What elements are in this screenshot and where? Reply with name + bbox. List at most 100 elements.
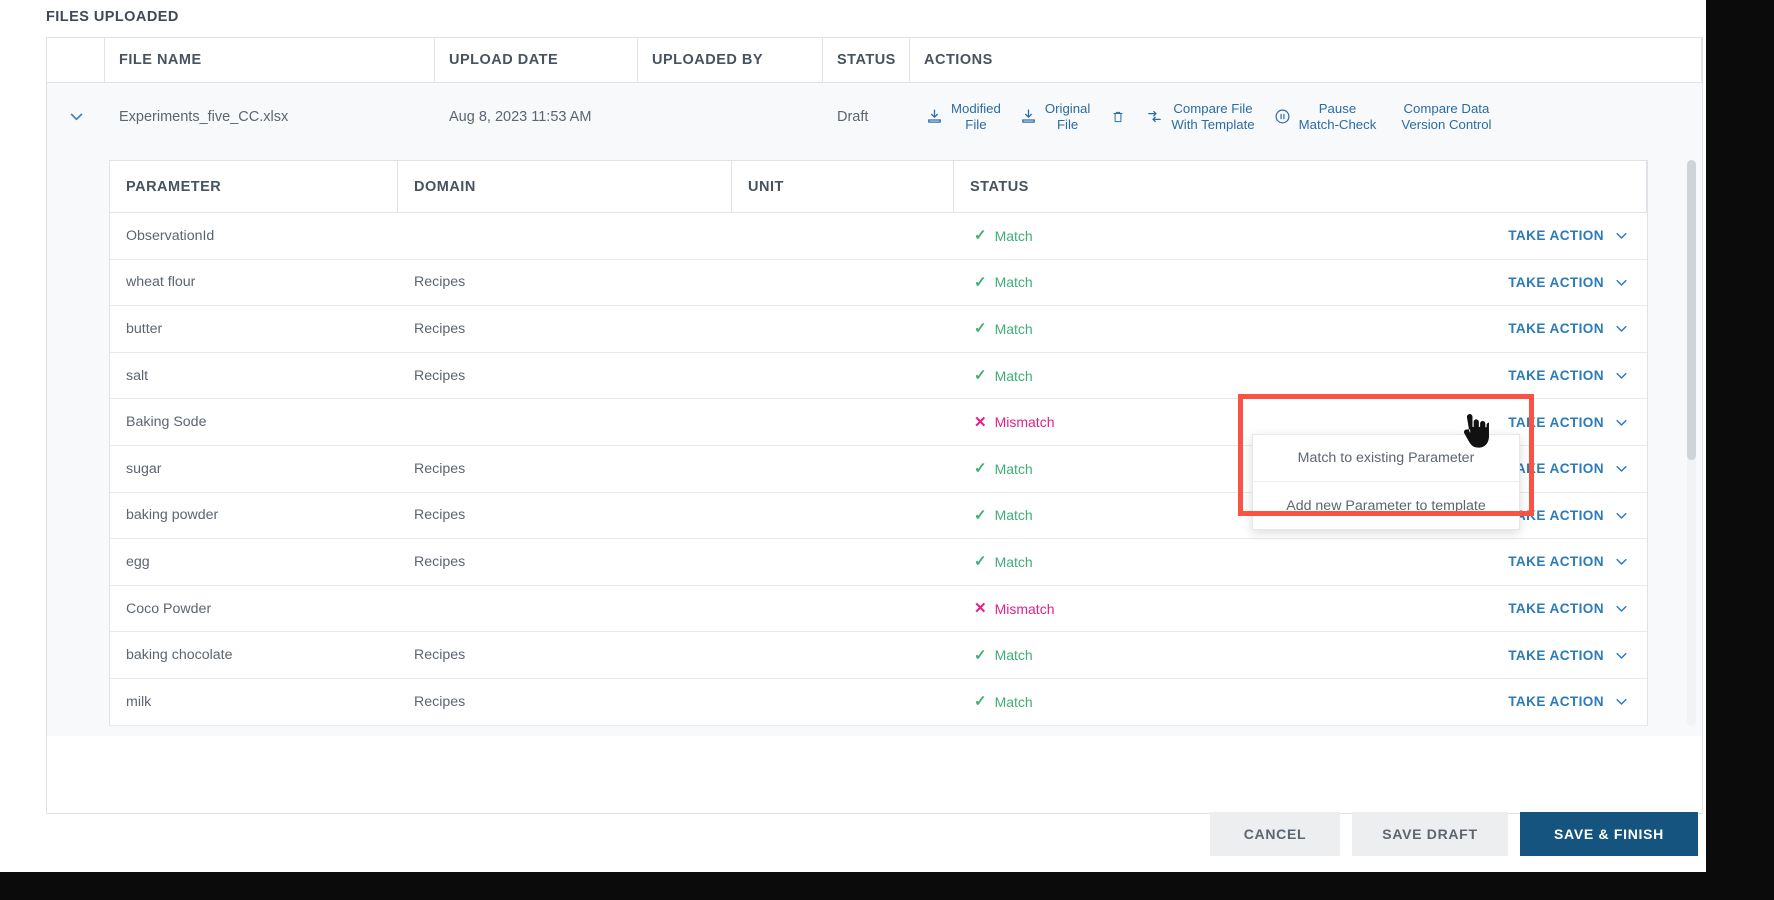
cell-status: ✕ Mismatch TAKE ACTION [954, 586, 1647, 632]
column-domain: DOMAIN [398, 161, 732, 213]
column-actions: ACTIONS [910, 37, 1702, 83]
take-action-label: TAKE ACTION [1508, 507, 1604, 523]
take-action-button[interactable]: TAKE ACTION [1508, 601, 1629, 616]
uploaded-by-cell [638, 83, 823, 150]
status-label: Match [994, 227, 1033, 244]
bottom-letterbox [0, 872, 1774, 900]
take-action-button[interactable]: TAKE ACTION [1508, 508, 1629, 523]
table-row: milk Recipes ✓ Match TAKE ACTION [110, 679, 1647, 726]
take-action-button[interactable]: TAKE ACTION [1508, 461, 1629, 476]
chevron-down-icon [1616, 233, 1627, 240]
cell-status: ✓ Match TAKE ACTION [954, 679, 1647, 725]
cell-status: ✓ Match TAKE ACTION [954, 213, 1647, 259]
download-modified-file-button[interactable]: Modified File [916, 97, 1010, 137]
status-badge: ✓ Match [974, 461, 1033, 477]
cell-status: ✓ Match TAKE ACTION [954, 260, 1647, 306]
take-action-button[interactable]: TAKE ACTION [1508, 554, 1629, 569]
table-row: salt Recipes ✓ Match TAKE ACTION [110, 353, 1647, 400]
check-icon: ✓ [974, 460, 987, 478]
take-action-button[interactable]: TAKE ACTION [1508, 648, 1629, 663]
cell-domain: Recipes [414, 460, 466, 477]
take-action-label: TAKE ACTION [1508, 601, 1604, 617]
compare-file-with-template-label: Compare File With Template [1171, 100, 1255, 132]
table-row: ObservationId ✓ Match TAKE ACTION [110, 213, 1647, 260]
cell-unit [732, 399, 954, 445]
take-action-button[interactable]: TAKE ACTION [1508, 415, 1629, 430]
status-badge: ✓ Match [974, 368, 1033, 384]
status-badge: ✓ Match [974, 647, 1033, 663]
take-action-button[interactable]: TAKE ACTION [1508, 368, 1629, 383]
status-badge: ✓ Match [974, 228, 1033, 244]
column-status: STATUS [823, 37, 910, 83]
check-icon: ✓ [974, 693, 987, 711]
trash-icon [1108, 107, 1127, 126]
compare-file-with-template-button[interactable]: Compare File With Template [1136, 97, 1263, 137]
cell-parameter: milk [126, 693, 152, 710]
chevron-down-icon [1616, 605, 1627, 612]
page-title: FILES UPLOADED [46, 9, 179, 25]
menu-item-add-new-parameter[interactable]: Add new Parameter to template [1253, 482, 1519, 529]
cell-parameter: butter [126, 320, 163, 337]
files-table-header: FILE NAME UPLOAD DATE UPLOADED BY STATUS… [47, 37, 1702, 83]
table-row: baking chocolate Recipes ✓ Match TAKE ACTION [110, 632, 1647, 679]
cell-domain [398, 213, 732, 259]
cell-parameter: sugar [126, 460, 162, 477]
check-icon: ✓ [974, 273, 987, 291]
cell-parameter: ObservationId [126, 227, 215, 244]
cell-domain [398, 399, 732, 445]
chevron-down-icon [1616, 466, 1627, 472]
chevron-down-icon [1616, 652, 1627, 659]
cell-status: ✓ Match TAKE ACTION [954, 306, 1647, 352]
cross-icon: ✕ [974, 600, 987, 618]
cell-unit [732, 586, 954, 632]
cell-unit [732, 260, 954, 306]
take-action-button[interactable]: TAKE ACTION [1508, 275, 1629, 290]
status-label: Mismatch [994, 414, 1055, 431]
right-letterbox [1706, 0, 1774, 872]
cell-unit [732, 539, 954, 585]
take-action-button[interactable]: TAKE ACTION [1508, 321, 1629, 336]
chevron-down-icon [1616, 326, 1627, 333]
status-label: Match [994, 553, 1033, 570]
parameters-scrollbar[interactable] [1687, 160, 1696, 726]
download-icon [925, 107, 944, 126]
compare-data-version-control-button[interactable]: Compare Data Version Control [1385, 97, 1500, 137]
column-upload-date: UPLOAD DATE [435, 37, 638, 83]
cell-status: ✓ Match TAKE ACTION [954, 539, 1647, 585]
screen-root: FILES UPLOADED FILE NAME UPLOAD DATE UPL… [0, 0, 1774, 900]
chevron-down-icon [1616, 699, 1627, 705]
cell-unit [732, 213, 954, 259]
status-label: Match [994, 274, 1033, 291]
file-row: Experiments_five_CC.xlsx Aug 8, 2023 11:… [47, 83, 1702, 151]
cell-domain: Recipes [414, 647, 466, 664]
cross-icon: ✕ [974, 413, 987, 431]
expand-row-toggle[interactable] [47, 83, 105, 150]
check-icon: ✓ [974, 646, 987, 664]
cell-parameter: Baking Sode [126, 414, 207, 431]
column-file-name: FILE NAME [105, 37, 435, 83]
save-finish-button[interactable]: SAVE & FINISH [1520, 812, 1698, 856]
save-draft-button[interactable]: SAVE DRAFT [1352, 812, 1508, 856]
pause-match-check-label: Pause Match-Check [1298, 100, 1377, 132]
cell-domain: Recipes [414, 693, 466, 710]
file-name-cell: Experiments_five_CC.xlsx [119, 108, 289, 125]
cell-status: ✓ Match TAKE ACTION [954, 632, 1647, 678]
cell-parameter: Coco Powder [126, 600, 212, 617]
cell-status: ✓ Match TAKE ACTION [954, 353, 1647, 399]
check-icon: ✓ [974, 367, 987, 385]
take-action-label: TAKE ACTION [1508, 228, 1604, 244]
file-actions-toolbar: Modified File Original File Compare File… [910, 83, 1702, 150]
take-action-label: TAKE ACTION [1508, 274, 1604, 290]
cancel-button[interactable]: CANCEL [1210, 812, 1340, 856]
cell-domain: Recipes [414, 320, 466, 337]
column-parameter: PARAMETER [110, 161, 398, 213]
status-badge: ✓ Match [974, 554, 1033, 570]
take-action-button[interactable]: TAKE ACTION [1508, 228, 1629, 243]
check-icon: ✓ [974, 553, 987, 571]
download-original-file-button[interactable]: Original File [1010, 97, 1099, 137]
delete-file-button[interactable] [1099, 103, 1136, 130]
cell-unit [732, 306, 954, 352]
parameters-scrollbar-thumb[interactable] [1687, 160, 1696, 460]
pause-match-check-button[interactable]: Pause Match-Check [1264, 97, 1386, 137]
take-action-button[interactable]: TAKE ACTION [1508, 694, 1629, 709]
